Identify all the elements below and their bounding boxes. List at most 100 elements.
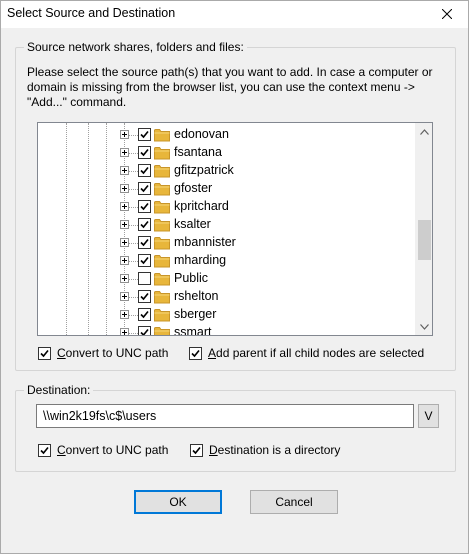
tree-item[interactable]: kpritchard (38, 198, 414, 216)
check-icon (140, 166, 149, 175)
expand-plus-icon[interactable] (120, 184, 129, 193)
add-parent-checkbox[interactable] (189, 346, 202, 360)
window-title: Select Source and Destination (7, 6, 176, 20)
close-button[interactable] (436, 3, 458, 25)
add-parent-option[interactable]: Add parent if all child nodes are select… (189, 346, 424, 360)
destination-convert-unc-checkbox[interactable] (38, 443, 51, 457)
tree-item[interactable]: gfoster (38, 180, 414, 198)
tree-item-label: ssmart (174, 325, 212, 336)
tree-item[interactable]: fsantana (38, 144, 414, 162)
tree-item-label: kpritchard (174, 199, 229, 213)
tree-item-checkbox[interactable] (138, 308, 151, 321)
source-tree[interactable]: edonovan fsantana gfitzpatrick gfoster kprit… (37, 122, 433, 336)
expand-plus-icon[interactable] (120, 328, 129, 335)
tree-connector (128, 315, 138, 316)
check-icon (140, 292, 149, 301)
tree-item-label: Public (174, 271, 209, 285)
expand-plus-icon[interactable] (120, 238, 129, 247)
tree-item[interactable]: gfitzpatrick (38, 162, 414, 180)
tree-item-checkbox[interactable] (138, 254, 151, 267)
expand-plus-icon[interactable] (120, 166, 129, 175)
folder-icon-wrap (154, 146, 170, 160)
folder-icon-wrap (154, 182, 170, 196)
folder-icon (154, 255, 170, 268)
tree-item-label: gfitzpatrick (174, 163, 234, 177)
expand-plus-icon[interactable] (120, 256, 129, 265)
tree-item[interactable]: rshelton (38, 288, 414, 306)
tree-connector (128, 171, 138, 172)
tree-item-checkbox[interactable] (138, 146, 151, 159)
tree-item[interactable]: ssmart (38, 324, 414, 336)
chevron-up-icon (420, 128, 429, 135)
expand-plus-icon[interactable] (120, 130, 129, 139)
tree-item-label: fsantana (174, 145, 222, 159)
scroll-up-button[interactable] (416, 123, 432, 140)
ok-button[interactable]: OK (134, 490, 222, 514)
folder-icon (154, 183, 170, 196)
expand-plus-icon[interactable] (120, 292, 129, 301)
tree-item-checkbox[interactable] (138, 164, 151, 177)
tree-item-checkbox[interactable] (138, 326, 151, 335)
folder-icon-wrap (154, 272, 170, 286)
destination-is-directory-option[interactable]: Destination is a directory (190, 443, 340, 457)
tree-item[interactable]: ksalter (38, 216, 414, 234)
source-convert-unc-option[interactable]: Convert to UNC path (38, 346, 168, 360)
tree-item-checkbox[interactable] (138, 218, 151, 231)
tree-item-checkbox[interactable] (138, 236, 151, 249)
add-parent-label: Add parent if all child nodes are select… (208, 346, 425, 360)
tree-item[interactable]: mharding (38, 252, 414, 270)
folder-icon (154, 237, 170, 250)
tree-connector (128, 189, 138, 190)
tree-item-checkbox[interactable] (138, 128, 151, 141)
check-icon (140, 148, 149, 157)
folder-icon-wrap (154, 308, 170, 322)
scroll-down-button[interactable] (416, 318, 432, 335)
check-icon (140, 220, 149, 229)
tree-item-checkbox[interactable] (138, 182, 151, 195)
expand-plus-icon[interactable] (120, 148, 129, 157)
check-icon (140, 310, 149, 319)
source-convert-unc-checkbox[interactable] (38, 346, 51, 360)
expand-plus-icon[interactable] (120, 220, 129, 229)
check-icon (40, 349, 49, 357)
dialog-window: Select Source and Destination Source net… (0, 0, 469, 554)
folder-icon-wrap (154, 164, 170, 178)
scroll-thumb[interactable] (418, 220, 431, 260)
tree-item[interactable]: mbannister (38, 234, 414, 252)
chevron-down-icon (420, 323, 429, 330)
check-icon (191, 349, 200, 357)
expand-plus-icon[interactable] (120, 310, 129, 319)
source-convert-unc-label: Convert to UNC path (57, 346, 169, 360)
tree-item-label: gfoster (174, 181, 213, 195)
tree-item-checkbox[interactable] (138, 200, 151, 213)
tree-connector (128, 207, 138, 208)
destination-group: Destination: (15, 383, 456, 472)
destination-group-title: Destination: (24, 383, 94, 397)
tree-item-checkbox[interactable] (138, 290, 151, 303)
destination-is-directory-checkbox[interactable] (190, 443, 203, 457)
tree-item[interactable]: edonovan (38, 126, 414, 144)
check-icon (140, 202, 149, 211)
tree-connector (128, 333, 138, 334)
tree-item-label: ksalter (174, 217, 211, 231)
tree-item[interactable]: sberger (38, 306, 414, 324)
destination-path-input[interactable]: \\win2k19fs\c$\users (36, 404, 414, 428)
expand-plus-icon[interactable] (120, 202, 129, 211)
destination-convert-unc-option[interactable]: Convert to UNC path (38, 443, 168, 457)
tree-item-label: rshelton (174, 289, 219, 303)
destination-convert-unc-label: Convert to UNC path (57, 443, 169, 457)
tree-connector (128, 261, 138, 262)
tree-vertical-scrollbar[interactable] (415, 123, 432, 335)
check-icon (192, 446, 201, 454)
folder-icon-wrap (154, 236, 170, 250)
destination-browse-button[interactable]: V (418, 404, 439, 428)
cancel-button[interactable]: Cancel (250, 490, 338, 514)
folder-icon (154, 165, 170, 178)
source-description: Please select the source path(s) that yo… (27, 65, 433, 109)
destination-is-directory-label: Destination is a directory (209, 443, 341, 457)
expand-plus-icon[interactable] (120, 274, 129, 283)
tree-item[interactable]: Public (38, 270, 414, 288)
tree-item-checkbox[interactable] (138, 272, 151, 285)
check-icon (140, 328, 149, 335)
tree-connector (128, 297, 138, 298)
